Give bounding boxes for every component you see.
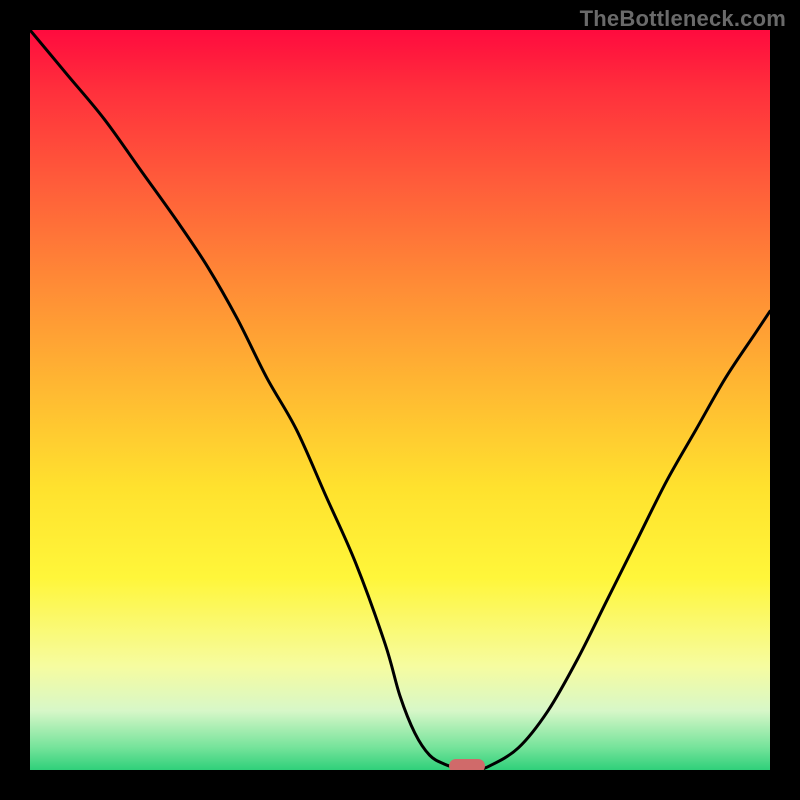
chart-frame: TheBottleneck.com <box>0 0 800 800</box>
bottleneck-curve <box>30 30 770 770</box>
optimal-marker <box>449 759 485 770</box>
plot-area <box>30 30 770 770</box>
attribution-watermark: TheBottleneck.com <box>580 6 786 32</box>
